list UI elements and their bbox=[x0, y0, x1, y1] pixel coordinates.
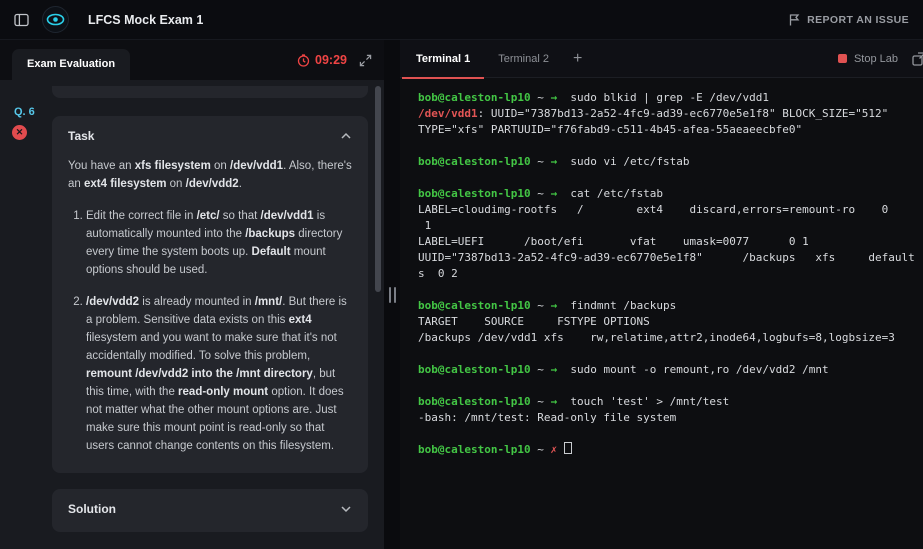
task-list-item: /dev/vdd2 is already mounted in /mnt/. B… bbox=[86, 293, 352, 455]
chevron-down-icon[interactable] bbox=[340, 505, 352, 513]
terminal-line bbox=[418, 346, 921, 362]
terminal-line: -bash: /mnt/test: Read-only file system bbox=[418, 410, 921, 426]
terminal-line: TYPE="xfs" PARTUUID="f76fabd9-c511-4b45-… bbox=[418, 122, 921, 138]
terminal-line bbox=[418, 282, 921, 298]
exam-panel: Exam Evaluation 09:29 Q. 6 bbox=[0, 40, 384, 549]
terminal-line: s 0 2 bbox=[418, 266, 921, 282]
previous-card-edge[interactable] bbox=[52, 86, 368, 98]
stop-lab-label: Stop Lab bbox=[854, 53, 898, 65]
terminal-line: 1 bbox=[418, 218, 921, 234]
terminal-line: bob@caleston-lp10 ~ → findmnt /backups bbox=[418, 298, 921, 314]
terminal-line: TARGET SOURCE FSTYPE OPTIONS bbox=[418, 314, 921, 330]
terminal-actions: Stop Lab bbox=[838, 52, 923, 66]
open-in-new-window-icon[interactable] bbox=[912, 52, 923, 66]
stop-icon bbox=[838, 54, 847, 63]
terminal-line bbox=[418, 170, 921, 186]
question-number: Q. 6 bbox=[12, 106, 35, 118]
timer-value: 09:29 bbox=[315, 53, 347, 67]
task-card: Task You have an xfs filesystem on /dev/… bbox=[52, 116, 368, 473]
main-split: Exam Evaluation 09:29 Q. 6 bbox=[0, 40, 923, 549]
tab-terminal-2[interactable]: Terminal 2 bbox=[484, 40, 563, 78]
pane-resize-divider[interactable] bbox=[384, 40, 400, 549]
question-gutter: Q. 6 ✕ bbox=[12, 86, 52, 549]
add-terminal-tab-button[interactable]: + bbox=[563, 50, 592, 68]
sidebar-toggle-icon[interactable] bbox=[14, 13, 29, 27]
exam-timer: 09:29 bbox=[297, 53, 347, 67]
report-issue-button[interactable]: REPORT AN ISSUE bbox=[788, 13, 909, 26]
page-title: LFCS Mock Exam 1 bbox=[88, 13, 203, 27]
terminal-line: LABEL=cloudimg-rootfs / ext4 discard,err… bbox=[418, 202, 921, 218]
terminal-line bbox=[418, 378, 921, 394]
exam-scroll-area: Q. 6 ✕ Task You have an xfs filesys bbox=[0, 80, 384, 549]
task-card-title: Task bbox=[68, 129, 94, 143]
terminal-line: bob@caleston-lp10 ~ → sudo vi /etc/fstab bbox=[418, 154, 921, 170]
terminal-line: /backups /dev/vdd1 xfs rw,relatime,attr2… bbox=[418, 330, 921, 346]
tab-exam-evaluation[interactable]: Exam Evaluation bbox=[12, 49, 130, 80]
stop-lab-button[interactable]: Stop Lab bbox=[838, 53, 898, 65]
terminal-line: bob@caleston-lp10 ~ → touch 'test' > /mn… bbox=[418, 394, 921, 410]
expand-panel-icon[interactable] bbox=[359, 54, 372, 67]
resize-handle-icon[interactable] bbox=[389, 287, 396, 303]
terminal-line: LABEL=UEFI /boot/efi vfat umask=0077 0 1 bbox=[418, 234, 921, 250]
incorrect-status-icon: ✕ bbox=[12, 125, 27, 140]
exam-panel-tabbar: Exam Evaluation 09:29 bbox=[0, 40, 384, 80]
task-intro: You have an xfs filesystem on /dev/vdd1.… bbox=[68, 157, 352, 193]
report-issue-label: REPORT AN ISSUE bbox=[807, 14, 909, 26]
solution-card-header[interactable]: Solution bbox=[68, 502, 352, 516]
question-cards: Task You have an xfs filesystem on /dev/… bbox=[52, 86, 368, 549]
terminal-line: bob@caleston-lp10 ~ ✗ bbox=[418, 442, 921, 458]
terminal-line bbox=[418, 426, 921, 442]
scrollbar-thumb[interactable] bbox=[375, 86, 381, 292]
brand-logo[interactable] bbox=[42, 6, 69, 33]
terminal-line: bob@caleston-lp10 ~ → sudo mount -o remo… bbox=[418, 362, 921, 378]
task-body: You have an xfs filesystem on /dev/vdd1.… bbox=[68, 157, 352, 455]
solution-card: Solution bbox=[52, 489, 368, 532]
solution-card-title: Solution bbox=[68, 502, 116, 516]
task-list-item: Edit the correct file in /etc/ so that /… bbox=[86, 207, 352, 279]
terminal-cursor bbox=[564, 442, 572, 454]
chevron-up-icon[interactable] bbox=[340, 132, 352, 140]
terminal-panel: Terminal 1 Terminal 2 + Stop Lab bob@cal… bbox=[400, 40, 923, 549]
clock-icon bbox=[297, 54, 310, 67]
terminal-line: bob@caleston-lp10 ~ → sudo blkid | grep … bbox=[418, 90, 921, 106]
terminal-line: UUID="7387bd13-2a52-4fc9-ad39-ec6770e5e1… bbox=[418, 250, 921, 266]
terminal-line: bob@caleston-lp10 ~ → cat /etc/fstab bbox=[418, 186, 921, 202]
task-card-header[interactable]: Task bbox=[68, 129, 352, 143]
terminal-output[interactable]: bob@caleston-lp10 ~ → sudo blkid | grep … bbox=[400, 78, 923, 549]
terminal-line bbox=[418, 138, 921, 154]
terminal-tabbar: Terminal 1 Terminal 2 + Stop Lab bbox=[400, 40, 923, 78]
app-window: LFCS Mock Exam 1 REPORT AN ISSUE Exam Ev… bbox=[0, 0, 923, 549]
terminal-line: /dev/vdd1: UUID="7387bd13-2a52-4fc9-ad39… bbox=[418, 106, 921, 122]
tab-terminal-1[interactable]: Terminal 1 bbox=[402, 40, 484, 78]
task-list: Edit the correct file in /etc/ so that /… bbox=[68, 207, 352, 455]
flag-icon bbox=[788, 13, 800, 26]
topbar: LFCS Mock Exam 1 REPORT AN ISSUE bbox=[0, 0, 923, 40]
